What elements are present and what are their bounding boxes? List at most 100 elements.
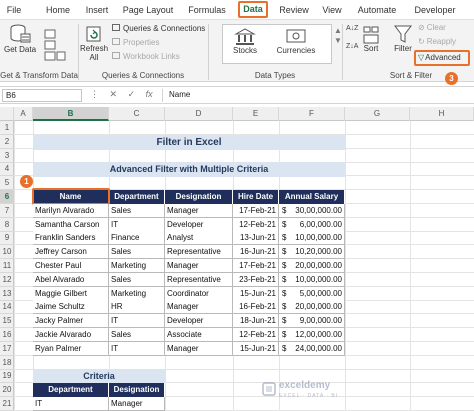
worksheet-grid[interactable]: Filter in Excel Advanced Filter with Mult… <box>14 121 474 411</box>
table-cell[interactable]: 16-Feb-21 <box>233 300 279 314</box>
salary-cell[interactable]: $10,20,000.00 <box>279 245 345 259</box>
row-header-10[interactable]: 10 <box>0 245 14 259</box>
table-header-cell[interactable]: Department <box>109 190 165 204</box>
table-cell[interactable]: Manager <box>165 259 233 273</box>
row-header-15[interactable]: 15 <box>0 314 14 328</box>
row-header-2[interactable]: 2 <box>0 135 14 149</box>
table-cell[interactable]: Maggie Gilbert <box>33 287 109 301</box>
row-header-19[interactable]: 19 <box>0 369 14 383</box>
row-header-7[interactable]: 7 <box>0 204 14 218</box>
table-cell[interactable]: Marilyn Alvarado <box>33 204 109 218</box>
table-cell[interactable]: Finance <box>109 231 165 245</box>
tab-review[interactable]: Review <box>278 3 310 18</box>
salary-cell[interactable]: $20,00,000.00 <box>279 300 345 314</box>
row-header-6[interactable]: 6 <box>0 190 14 204</box>
filter-button[interactable]: Filter <box>392 24 414 53</box>
table-cell[interactable]: IT <box>109 218 165 232</box>
table-cell[interactable]: Sales <box>109 328 165 342</box>
row-header-8[interactable]: 8 <box>0 218 14 232</box>
properties-button[interactable]: Properties <box>112 38 159 48</box>
table-cell[interactable]: Jackie Alvarado <box>33 328 109 342</box>
table-cell[interactable]: IT <box>109 314 165 328</box>
table-cell[interactable]: 18-Jun-21 <box>233 314 279 328</box>
row-header-1[interactable]: 1 <box>0 121 14 135</box>
table-cell[interactable]: Representative <box>165 245 233 259</box>
tab-formulas[interactable]: Formulas <box>186 3 228 18</box>
salary-cell[interactable]: $10,00,000.00 <box>279 273 345 287</box>
salary-cell[interactable]: $12,00,000.00 <box>279 328 345 342</box>
table-cell[interactable]: Developer <box>165 218 233 232</box>
table-cell[interactable]: 16-Jun-21 <box>233 245 279 259</box>
table-cell[interactable]: Marketing <box>109 287 165 301</box>
column-header-a[interactable]: A <box>14 107 33 121</box>
row-header-17[interactable]: 17 <box>0 342 14 356</box>
table-cell[interactable]: Developer <box>165 314 233 328</box>
enter-icon[interactable]: ✓ <box>128 89 136 99</box>
name-box[interactable]: B6 <box>2 89 82 102</box>
table-cell[interactable]: 15-Jun-21 <box>233 287 279 301</box>
salary-cell[interactable]: $6,00,000.00 <box>279 218 345 232</box>
formula-content[interactable]: Name <box>162 89 472 102</box>
tab-home[interactable]: Home <box>44 3 72 18</box>
row-header-18[interactable]: 18 <box>0 356 14 370</box>
salary-cell[interactable]: $30,00,000.00 <box>279 204 345 218</box>
row-header-13[interactable]: 13 <box>0 287 14 301</box>
column-header-b[interactable]: B <box>33 107 109 121</box>
row-header-21[interactable]: 21 <box>0 397 14 411</box>
column-header-g[interactable]: G <box>345 107 410 121</box>
table-cell[interactable]: Sales <box>109 273 165 287</box>
tab-view[interactable]: View <box>320 3 344 18</box>
row-header-20[interactable]: 20 <box>0 383 14 397</box>
table-cell[interactable]: 15-Jun-21 <box>233 342 279 356</box>
table-cell[interactable]: 23-Feb-21 <box>233 273 279 287</box>
table-cell[interactable]: Franklin Sanders <box>33 231 109 245</box>
row-header-11[interactable]: 11 <box>0 259 14 273</box>
column-header-d[interactable]: D <box>165 107 233 121</box>
get-data-button[interactable]: Get Data <box>4 23 36 54</box>
table-cell[interactable]: Associate <box>165 328 233 342</box>
column-header-e[interactable]: E <box>233 107 279 121</box>
select-all-corner[interactable] <box>0 107 14 121</box>
criteria-cell[interactable]: IT <box>33 397 109 411</box>
table-header-cell[interactable]: Annual Salary <box>279 190 345 204</box>
table-cell[interactable]: 17-Feb-21 <box>233 204 279 218</box>
column-header-h[interactable]: H <box>410 107 474 121</box>
table-cell[interactable]: Ryan Palmer <box>33 342 109 356</box>
table-cell[interactable]: 12-Feb-21 <box>233 328 279 342</box>
gallery-scroll-icon[interactable]: ▲ ▼ <box>334 26 342 46</box>
salary-cell[interactable]: $20,00,000.00 <box>279 259 345 273</box>
criteria-header-cell[interactable]: Department <box>33 383 109 397</box>
table-cell[interactable]: Manager <box>165 300 233 314</box>
table-cell[interactable]: Abel Alvarado <box>33 273 109 287</box>
salary-cell[interactable]: $24,00,000.00 <box>279 342 345 356</box>
column-header-f[interactable]: F <box>279 107 345 121</box>
table-cell[interactable]: Chester Paul <box>33 259 109 273</box>
table-cell[interactable]: Jacky Palmer <box>33 314 109 328</box>
workbook-links-button[interactable]: Workbook Links <box>112 52 180 62</box>
currencies-button[interactable]: Currencies <box>274 28 318 55</box>
sort-az-za-icon[interactable]: A↓Z Z↓A <box>346 24 358 51</box>
table-cell[interactable]: Coordinator <box>165 287 233 301</box>
row-header-16[interactable]: 16 <box>0 328 14 342</box>
tab-automate[interactable]: Automate <box>356 3 398 18</box>
tab-insert[interactable]: Insert <box>82 3 112 18</box>
table-cell[interactable]: Samantha Carson <box>33 218 109 232</box>
clear-button[interactable]: ⊘ Clear <box>418 23 446 33</box>
table-cell[interactable]: Manager <box>165 204 233 218</box>
tab-file[interactable]: File <box>4 3 24 18</box>
row-header-12[interactable]: 12 <box>0 273 14 287</box>
row-header-4[interactable]: 4 <box>0 162 14 176</box>
table-cell[interactable]: Jaime Schultz <box>33 300 109 314</box>
table-header-cell[interactable]: Hire Date <box>233 190 279 204</box>
salary-cell[interactable]: $10,00,000.00 <box>279 231 345 245</box>
table-cell[interactable]: 17-Feb-21 <box>233 259 279 273</box>
table-cell[interactable]: HR <box>109 300 165 314</box>
column-header-c[interactable]: C <box>109 107 165 121</box>
cancel-icon[interactable]: ✕ <box>110 89 118 99</box>
table-header-cell[interactable]: Designation <box>165 190 233 204</box>
row-header-14[interactable]: 14 <box>0 300 14 314</box>
row-header-5[interactable]: 5 <box>0 176 14 190</box>
salary-cell[interactable]: $5,00,000.00 <box>279 287 345 301</box>
refresh-all-button[interactable]: Refresh All <box>80 24 108 62</box>
table-cell[interactable]: Representative <box>165 273 233 287</box>
